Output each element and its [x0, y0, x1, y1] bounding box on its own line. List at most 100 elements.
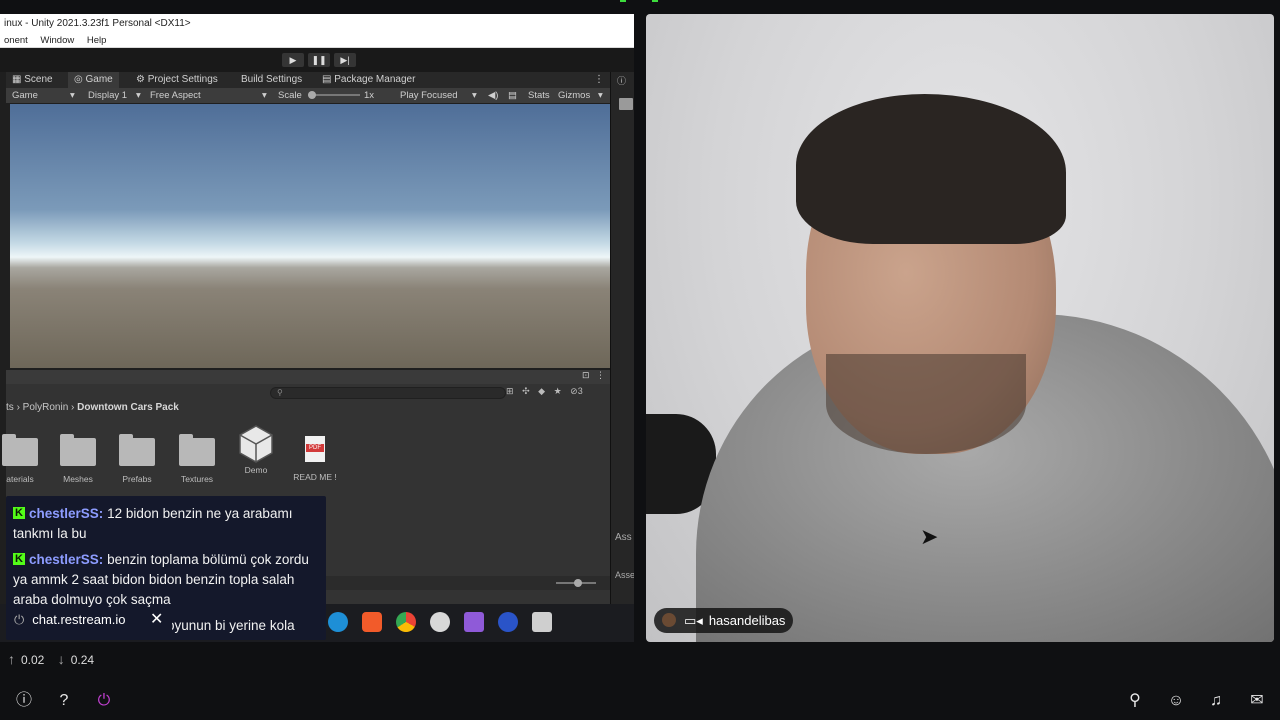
info-icon[interactable]: ⓘ [13, 690, 35, 712]
kick-icon [13, 503, 25, 523]
chevron-down-icon: ▾ [598, 90, 603, 101]
status-indicator [652, 0, 658, 2]
breadcrumb-item[interactable]: ts [6, 402, 14, 413]
game-toolbar: Game ▾ Display 1 ▾ Free Aspect ▾ Scale 1… [6, 88, 610, 103]
game-view-viewport[interactable] [10, 104, 610, 368]
close-icon[interactable]: ✕ [150, 608, 163, 632]
asset-label-short-2: Asse [615, 570, 634, 580]
star-icon[interactable]: ★ [554, 386, 562, 396]
tab-game[interactable]: ◎ Game [68, 72, 119, 88]
folder-icon [179, 434, 215, 466]
play-controls: ▶ ❚❚ ▶| [0, 48, 634, 72]
chevron-down-icon: ▾ [70, 90, 75, 101]
breadcrumb-item[interactable]: PolyRonin [23, 402, 69, 413]
scene-icon: ▦ [12, 74, 25, 85]
folder-icon [2, 434, 38, 466]
asset-item[interactable]: Demo [228, 425, 284, 475]
view-select[interactable]: Game [12, 88, 38, 103]
menu-dots-icon[interactable]: ⋮ [596, 370, 605, 381]
display-select[interactable]: Display 1 [88, 88, 127, 103]
profile-icon[interactable]: ☺ [1165, 690, 1187, 712]
mute-audio-icon[interactable]: ◀) [488, 88, 498, 103]
chevron-down-icon: ▾ [262, 90, 267, 101]
tag-icon[interactable]: ◆ [538, 386, 545, 396]
icon-size-handle[interactable] [574, 579, 582, 587]
editor-tabs: ▦ Scene ◎ Game ⚙ Project Settings Build … [6, 72, 610, 88]
tab-scene[interactable]: ▦ Scene [6, 72, 59, 88]
project-search-input[interactable]: ⚲ [270, 387, 506, 399]
breadcrumb: ts › PolyRonin › Downtown Cars Pack [6, 402, 179, 413]
asset-item[interactable]: aterials [0, 432, 48, 484]
unity-hub-icon[interactable] [532, 612, 552, 632]
asset-item[interactable]: Textures [169, 432, 225, 484]
stats-icon: ▤ [508, 90, 517, 101]
aspect-select[interactable]: Free Aspect [150, 88, 201, 103]
menu-item-help[interactable]: Help [87, 35, 107, 46]
skull-app-icon[interactable] [430, 612, 450, 632]
notifications-icon[interactable]: ♫ [1205, 690, 1227, 712]
pause-button[interactable]: ❚❚ [308, 53, 330, 67]
project-toolbar: ⊡ ⋮ [6, 370, 610, 384]
gizmos-button[interactable]: Gizmos [558, 88, 590, 103]
step-button[interactable]: ▶| [334, 53, 356, 67]
folder-icon [119, 434, 155, 466]
asset-item[interactable]: Meshes [50, 432, 106, 484]
avatar [662, 613, 676, 627]
asset-item[interactable]: READ ME ! [287, 432, 343, 482]
folder-icon[interactable] [619, 98, 633, 110]
status-indicator [620, 0, 626, 2]
scale-label: Scale [278, 90, 302, 101]
pdf-icon [305, 436, 325, 462]
webcam-username: hasandelibas [708, 613, 786, 628]
chat-message: chestlerSS: benzin toplama bölümü çok zo… [13, 549, 318, 610]
filter-type-icon[interactable]: ⊞ [506, 386, 514, 396]
tab-package-manager[interactable]: ▤ Package Manager [316, 72, 421, 88]
menu-item-component[interactable]: onent [4, 35, 28, 46]
mail-icon[interactable]: ✉ [1246, 690, 1268, 712]
camera-icon: ▭◂ [684, 613, 703, 628]
download-arrow-icon: ↓ [57, 651, 65, 667]
download-rate: 0.24 [70, 653, 95, 667]
edge-icon[interactable] [328, 612, 348, 632]
tab-build-settings[interactable]: Build Settings [235, 72, 308, 88]
asset-label-short: Ass [615, 532, 632, 543]
play-button[interactable]: ▶ [282, 53, 304, 67]
beard-shape [826, 354, 1026, 454]
restream-icon: ⏻ [14, 612, 25, 627]
network-stats: ↑ 0.02 ↓ 0.24 [8, 650, 94, 669]
tab-project-settings[interactable]: ⚙ Project Settings [130, 72, 224, 88]
upload-arrow-icon: ↑ [8, 651, 15, 667]
project-assets: aterials Meshes Prefabs Textures Demo RE… [0, 425, 610, 492]
gamepad-icon: ◎ [74, 74, 86, 85]
stats-button[interactable]: Stats [528, 88, 550, 103]
play-mode-select[interactable]: Play Focused [400, 88, 458, 103]
help-icon[interactable]: ? [53, 690, 75, 712]
restream-url: chat.restream.io [32, 612, 126, 627]
chat-username: chestlerSS [29, 506, 99, 521]
visual-studio-icon[interactable] [464, 612, 484, 632]
chevron-down-icon: ▾ [472, 90, 477, 101]
chat-text: oyunun bi yerine kola [167, 618, 295, 633]
asset-item[interactable]: Prefabs [109, 432, 165, 484]
inspector-panel: ⓘ Ass Asse [610, 72, 634, 642]
unity-menu-bar: onent Window Help [0, 34, 634, 48]
brand-icon[interactable]: ⏻ [93, 690, 115, 712]
upload-rate: 0.02 [21, 653, 45, 667]
menu-item-window[interactable]: Window [40, 35, 74, 46]
chrome-icon[interactable] [396, 612, 416, 632]
package-icon: ▤ [322, 74, 335, 85]
scale-value: 1x [364, 90, 375, 101]
chevron-down-icon: ▾ [136, 90, 141, 101]
gear-icon: ⚙ [136, 74, 148, 85]
tab-menu-icon[interactable]: ⋮ [594, 72, 604, 88]
search-icon[interactable]: ⚲ [1124, 690, 1146, 712]
app-icon[interactable] [498, 612, 518, 632]
breadcrumb-current: Downtown Cars Pack [77, 402, 179, 413]
filter-label-icon[interactable]: ✣ [522, 386, 530, 396]
hidden-count: 3 [577, 386, 583, 396]
brave-icon[interactable] [362, 612, 382, 632]
lock-icon[interactable]: ⊡ [582, 370, 590, 381]
scale-slider-handle[interactable] [308, 91, 316, 99]
mouse-cursor-icon: ➤ [920, 524, 939, 549]
hidden-count-icon[interactable]: ⊘ [570, 386, 578, 396]
